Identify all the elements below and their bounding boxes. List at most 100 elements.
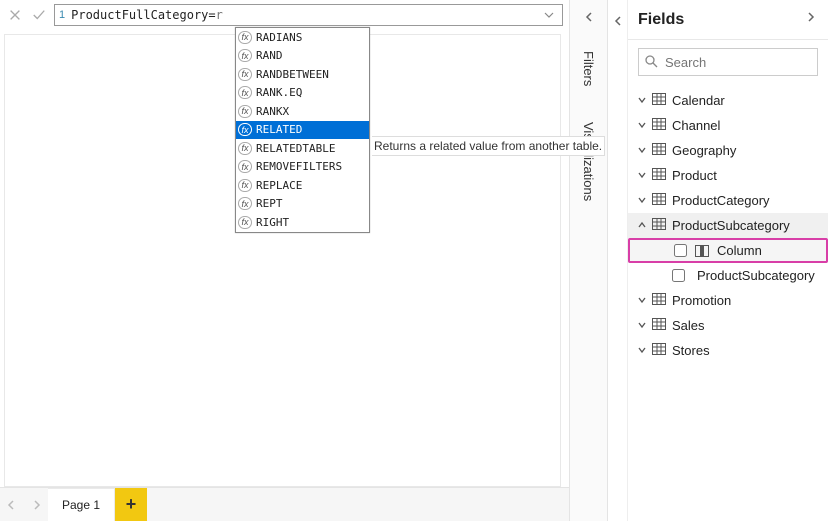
formula-input[interactable]: 1 ProductFullCategory=r bbox=[54, 4, 563, 26]
chevron-down-icon[interactable] bbox=[636, 193, 648, 208]
table-icon bbox=[652, 343, 668, 358]
suggestion-item[interactable]: fx REMOVEFILTERS bbox=[236, 158, 369, 177]
page-tab-label: Page 1 bbox=[62, 498, 100, 512]
table-row[interactable]: Promotion bbox=[628, 288, 828, 313]
visualizations-panel-collapsed-label[interactable]: Visualizations bbox=[581, 122, 596, 201]
suggestion-label: RANK.EQ bbox=[256, 86, 302, 99]
formula-bar: 1 ProductFullCategory=r bbox=[0, 0, 569, 28]
function-icon: fx bbox=[238, 179, 252, 192]
function-icon: fx bbox=[238, 49, 252, 62]
table-row[interactable]: Sales bbox=[628, 313, 828, 338]
column-row[interactable]: ProductSubcategory bbox=[628, 263, 828, 288]
column-checkbox[interactable] bbox=[674, 244, 687, 257]
table-row[interactable]: Product bbox=[628, 163, 828, 188]
suggestion-item[interactable]: fx RADIANS bbox=[236, 28, 369, 47]
table-label: Sales bbox=[672, 318, 705, 333]
suggestion-item[interactable]: fx RELATEDTABLE bbox=[236, 139, 369, 158]
suggestion-label: REMOVEFILTERS bbox=[256, 160, 342, 173]
function-icon: fx bbox=[238, 216, 252, 229]
table-icon bbox=[652, 143, 668, 158]
formula-line-number: 1 bbox=[59, 9, 71, 21]
chevron-down-icon[interactable] bbox=[636, 293, 648, 308]
table-icon bbox=[652, 168, 668, 183]
suggestion-label: RAND bbox=[256, 49, 283, 62]
fields-title: Fields bbox=[638, 11, 684, 29]
fields-search-input[interactable] bbox=[638, 48, 818, 76]
suggestion-label: RANDBETWEEN bbox=[256, 68, 329, 81]
column-label: ProductSubcategory bbox=[697, 268, 815, 283]
column-row[interactable]: Column bbox=[628, 238, 828, 263]
fields-tree: Calendar Channel Geography Product ProductCa… bbox=[628, 84, 828, 367]
function-icon: fx bbox=[238, 197, 252, 210]
chevron-down-icon[interactable] bbox=[636, 143, 648, 158]
intellisense-dropdown: fxRADIANSfxRANDfxRANDBETWEENfxRANK.EQfxR… bbox=[235, 27, 370, 233]
table-label: ProductCategory bbox=[672, 193, 770, 208]
table-icon bbox=[652, 193, 668, 208]
function-icon: fx bbox=[238, 142, 252, 155]
main-area: 1 ProductFullCategory=r fxRADIANSfxRANDf… bbox=[0, 0, 570, 521]
table-row[interactable]: Geography bbox=[628, 138, 828, 163]
table-label: Product bbox=[672, 168, 717, 183]
table-icon bbox=[652, 218, 668, 233]
function-tooltip: Returns a related value from another tab… bbox=[372, 136, 605, 156]
table-label: Channel bbox=[672, 118, 720, 133]
page-next-button[interactable] bbox=[24, 488, 48, 521]
table-row[interactable]: ProductSubcategory bbox=[628, 213, 828, 238]
chevron-down-icon[interactable] bbox=[636, 118, 648, 133]
table-label: Calendar bbox=[672, 93, 725, 108]
filters-panel-collapsed-label[interactable]: Filters bbox=[581, 51, 596, 86]
formula-code: ProductFullCategory=r bbox=[71, 8, 223, 22]
suggestion-label: RELATED bbox=[256, 123, 302, 136]
function-icon: fx bbox=[238, 160, 252, 173]
suggestion-label: RELATEDTABLE bbox=[256, 142, 335, 155]
chevron-down-icon[interactable] bbox=[636, 93, 648, 108]
suggestion-item[interactable]: fx RIGHT bbox=[236, 213, 369, 232]
cancel-formula-icon[interactable] bbox=[6, 6, 24, 24]
collapsed-panels-strip: Filters Visualizations bbox=[570, 0, 608, 521]
accept-formula-icon[interactable] bbox=[30, 6, 48, 24]
function-icon: fx bbox=[238, 123, 252, 136]
function-icon: fx bbox=[238, 68, 252, 81]
table-label: Geography bbox=[672, 143, 736, 158]
suggestion-item[interactable]: fx RANKX bbox=[236, 102, 369, 121]
column-label: Column bbox=[717, 243, 762, 258]
column-checkbox[interactable] bbox=[672, 269, 685, 282]
suggestion-label: REPT bbox=[256, 197, 283, 210]
page-tab-strip: Page 1 + bbox=[0, 487, 569, 521]
table-label: Promotion bbox=[672, 293, 731, 308]
fields-header: Fields bbox=[628, 0, 828, 40]
function-icon: fx bbox=[238, 105, 252, 118]
expand-filters-icon[interactable] bbox=[582, 10, 596, 27]
page-prev-button[interactable] bbox=[0, 488, 24, 521]
table-icon bbox=[652, 293, 668, 308]
fields-panel: Fields Calendar Channel Geography Product Pr… bbox=[628, 0, 828, 521]
table-row[interactable]: Calendar bbox=[628, 88, 828, 113]
suggestion-item[interactable]: fxRANK.EQ bbox=[236, 84, 369, 103]
add-page-button[interactable]: + bbox=[115, 488, 147, 521]
chevron-down-icon[interactable] bbox=[636, 343, 648, 358]
expand-fields-icon[interactable] bbox=[804, 10, 818, 29]
chevron-down-icon[interactable] bbox=[636, 318, 648, 333]
chevron-up-icon[interactable] bbox=[636, 218, 648, 233]
suggestion-label: REPLACE bbox=[256, 179, 302, 192]
page-tab[interactable]: Page 1 bbox=[48, 488, 115, 521]
collapse-fields-icon[interactable] bbox=[608, 0, 628, 521]
suggestion-item[interactable]: fx REPLACE bbox=[236, 176, 369, 195]
table-row[interactable]: ProductCategory bbox=[628, 188, 828, 213]
suggestion-label: RADIANS bbox=[256, 31, 302, 44]
table-icon bbox=[652, 318, 668, 333]
search-icon bbox=[644, 54, 658, 71]
suggestion-label: RANKX bbox=[256, 105, 289, 118]
column-icon bbox=[695, 245, 709, 257]
suggestion-item[interactable]: fx REPT bbox=[236, 195, 369, 214]
suggestion-item[interactable]: fx RELATED bbox=[236, 121, 369, 140]
suggestion-label: RIGHT bbox=[256, 216, 289, 229]
table-row[interactable]: Channel bbox=[628, 113, 828, 138]
table-label: Stores bbox=[672, 343, 710, 358]
suggestion-item[interactable]: fx RANDBETWEEN bbox=[236, 65, 369, 84]
function-icon: fx bbox=[238, 31, 252, 44]
table-row[interactable]: Stores bbox=[628, 338, 828, 363]
suggestion-item[interactable]: fx RAND bbox=[236, 47, 369, 66]
chevron-down-icon[interactable] bbox=[636, 168, 648, 183]
formula-expand-icon[interactable] bbox=[540, 6, 558, 24]
